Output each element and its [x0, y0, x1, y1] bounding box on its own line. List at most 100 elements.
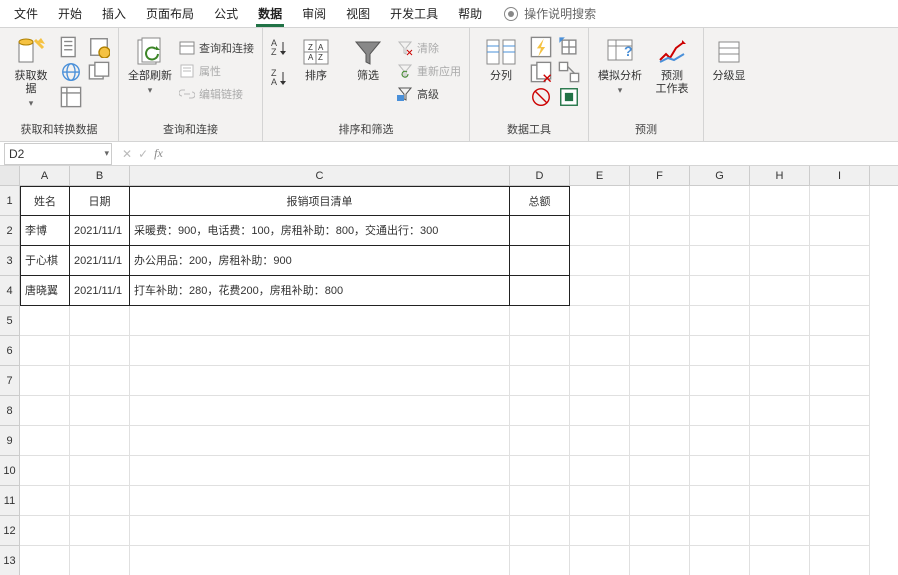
cell-C13[interactable] — [130, 546, 510, 575]
cell-I5[interactable] — [810, 306, 870, 336]
cell-C9[interactable] — [130, 426, 510, 456]
cell-B13[interactable] — [70, 546, 130, 575]
cell-B1[interactable]: 日期 — [70, 186, 130, 216]
tab-view[interactable]: 视图 — [336, 1, 380, 26]
flash-fill-icon[interactable] — [530, 36, 552, 58]
cell-H1[interactable] — [750, 186, 810, 216]
cell-C8[interactable] — [130, 396, 510, 426]
tab-layout[interactable]: 页面布局 — [136, 1, 204, 26]
tab-review[interactable]: 审阅 — [292, 1, 336, 26]
cell-G1[interactable] — [690, 186, 750, 216]
col-header-H[interactable]: H — [750, 166, 810, 185]
cell-I4[interactable] — [810, 276, 870, 306]
cell-H5[interactable] — [750, 306, 810, 336]
cell-A11[interactable] — [20, 486, 70, 516]
select-all-corner[interactable] — [0, 166, 20, 185]
subtotal-button[interactable]: 分级显 — [712, 32, 746, 83]
advanced-filter-button[interactable]: 高级 — [397, 84, 461, 104]
cell-D11[interactable] — [510, 486, 570, 516]
cell-C1[interactable]: 报销项目清单 — [130, 186, 510, 216]
cell-D1[interactable]: 总额 — [510, 186, 570, 216]
cell-D10[interactable] — [510, 456, 570, 486]
cell-D6[interactable] — [510, 336, 570, 366]
cell-D2[interactable] — [510, 216, 570, 246]
edit-links-button[interactable]: 编辑链接 — [179, 84, 254, 104]
consolidate-icon[interactable] — [558, 36, 580, 58]
cell-F12[interactable] — [630, 516, 690, 546]
col-header-A[interactable]: A — [20, 166, 70, 185]
cell-I10[interactable] — [810, 456, 870, 486]
from-table-icon[interactable] — [60, 86, 82, 108]
tab-help[interactable]: 帮助 — [448, 1, 492, 26]
cell-A1[interactable]: 姓名 — [20, 186, 70, 216]
accept-formula-icon[interactable]: ✓ — [138, 147, 148, 161]
cell-B4[interactable]: 2021/11/1 — [70, 276, 130, 306]
cell-B8[interactable] — [70, 396, 130, 426]
cell-F2[interactable] — [630, 216, 690, 246]
cell-F9[interactable] — [630, 426, 690, 456]
cell-A6[interactable] — [20, 336, 70, 366]
cell-A7[interactable] — [20, 366, 70, 396]
cell-E10[interactable] — [570, 456, 630, 486]
row-header-5[interactable]: 5 — [0, 306, 20, 336]
row-header-12[interactable]: 12 — [0, 516, 20, 546]
cell-A2[interactable]: 李博 — [20, 216, 70, 246]
tell-me-search[interactable]: 操作说明搜索 — [504, 5, 596, 22]
cell-G7[interactable] — [690, 366, 750, 396]
cell-D12[interactable] — [510, 516, 570, 546]
cell-H2[interactable] — [750, 216, 810, 246]
tab-dev[interactable]: 开发工具 — [380, 1, 448, 26]
tab-file[interactable]: 文件 — [4, 1, 48, 26]
row-header-7[interactable]: 7 — [0, 366, 20, 396]
col-header-G[interactable]: G — [690, 166, 750, 185]
cell-I12[interactable] — [810, 516, 870, 546]
cell-E11[interactable] — [570, 486, 630, 516]
filter-button[interactable]: 筛选 — [345, 32, 391, 83]
cell-F7[interactable] — [630, 366, 690, 396]
col-header-B[interactable]: B — [70, 166, 130, 185]
clear-filter-button[interactable]: 清除 — [397, 38, 461, 58]
tab-formula[interactable]: 公式 — [204, 1, 248, 26]
cell-E8[interactable] — [570, 396, 630, 426]
cell-F3[interactable] — [630, 246, 690, 276]
cell-A10[interactable] — [20, 456, 70, 486]
cell-D8[interactable] — [510, 396, 570, 426]
cell-C4[interactable]: 打车补助：280，花费200，房租补助：800 — [130, 276, 510, 306]
cell-A13[interactable] — [20, 546, 70, 575]
cell-B6[interactable] — [70, 336, 130, 366]
cell-E4[interactable] — [570, 276, 630, 306]
sort-button[interactable]: ZAAZ 排序 — [293, 32, 339, 83]
cell-A5[interactable] — [20, 306, 70, 336]
cell-H9[interactable] — [750, 426, 810, 456]
cell-B7[interactable] — [70, 366, 130, 396]
cell-F6[interactable] — [630, 336, 690, 366]
cell-A12[interactable] — [20, 516, 70, 546]
cell-C12[interactable] — [130, 516, 510, 546]
cell-B3[interactable]: 2021/11/1 — [70, 246, 130, 276]
data-model-icon[interactable] — [558, 86, 580, 108]
existing-conn-icon[interactable] — [88, 61, 110, 83]
cell-A9[interactable] — [20, 426, 70, 456]
cell-H4[interactable] — [750, 276, 810, 306]
cell-I3[interactable] — [810, 246, 870, 276]
reapply-button[interactable]: 重新应用 — [397, 61, 461, 81]
row-header-10[interactable]: 10 — [0, 456, 20, 486]
cell-F4[interactable] — [630, 276, 690, 306]
cell-I7[interactable] — [810, 366, 870, 396]
tab-data[interactable]: 数据 — [248, 1, 292, 26]
cell-G4[interactable] — [690, 276, 750, 306]
cell-H12[interactable] — [750, 516, 810, 546]
cell-E12[interactable] — [570, 516, 630, 546]
cell-G10[interactable] — [690, 456, 750, 486]
cell-E7[interactable] — [570, 366, 630, 396]
cell-B10[interactable] — [70, 456, 130, 486]
cell-H10[interactable] — [750, 456, 810, 486]
cell-B9[interactable] — [70, 426, 130, 456]
row-header-4[interactable]: 4 — [0, 276, 20, 306]
cell-F11[interactable] — [630, 486, 690, 516]
cell-F1[interactable] — [630, 186, 690, 216]
row-header-11[interactable]: 11 — [0, 486, 20, 516]
cell-F8[interactable] — [630, 396, 690, 426]
queries-connections-button[interactable]: 查询和连接 — [179, 38, 254, 58]
col-header-E[interactable]: E — [570, 166, 630, 185]
